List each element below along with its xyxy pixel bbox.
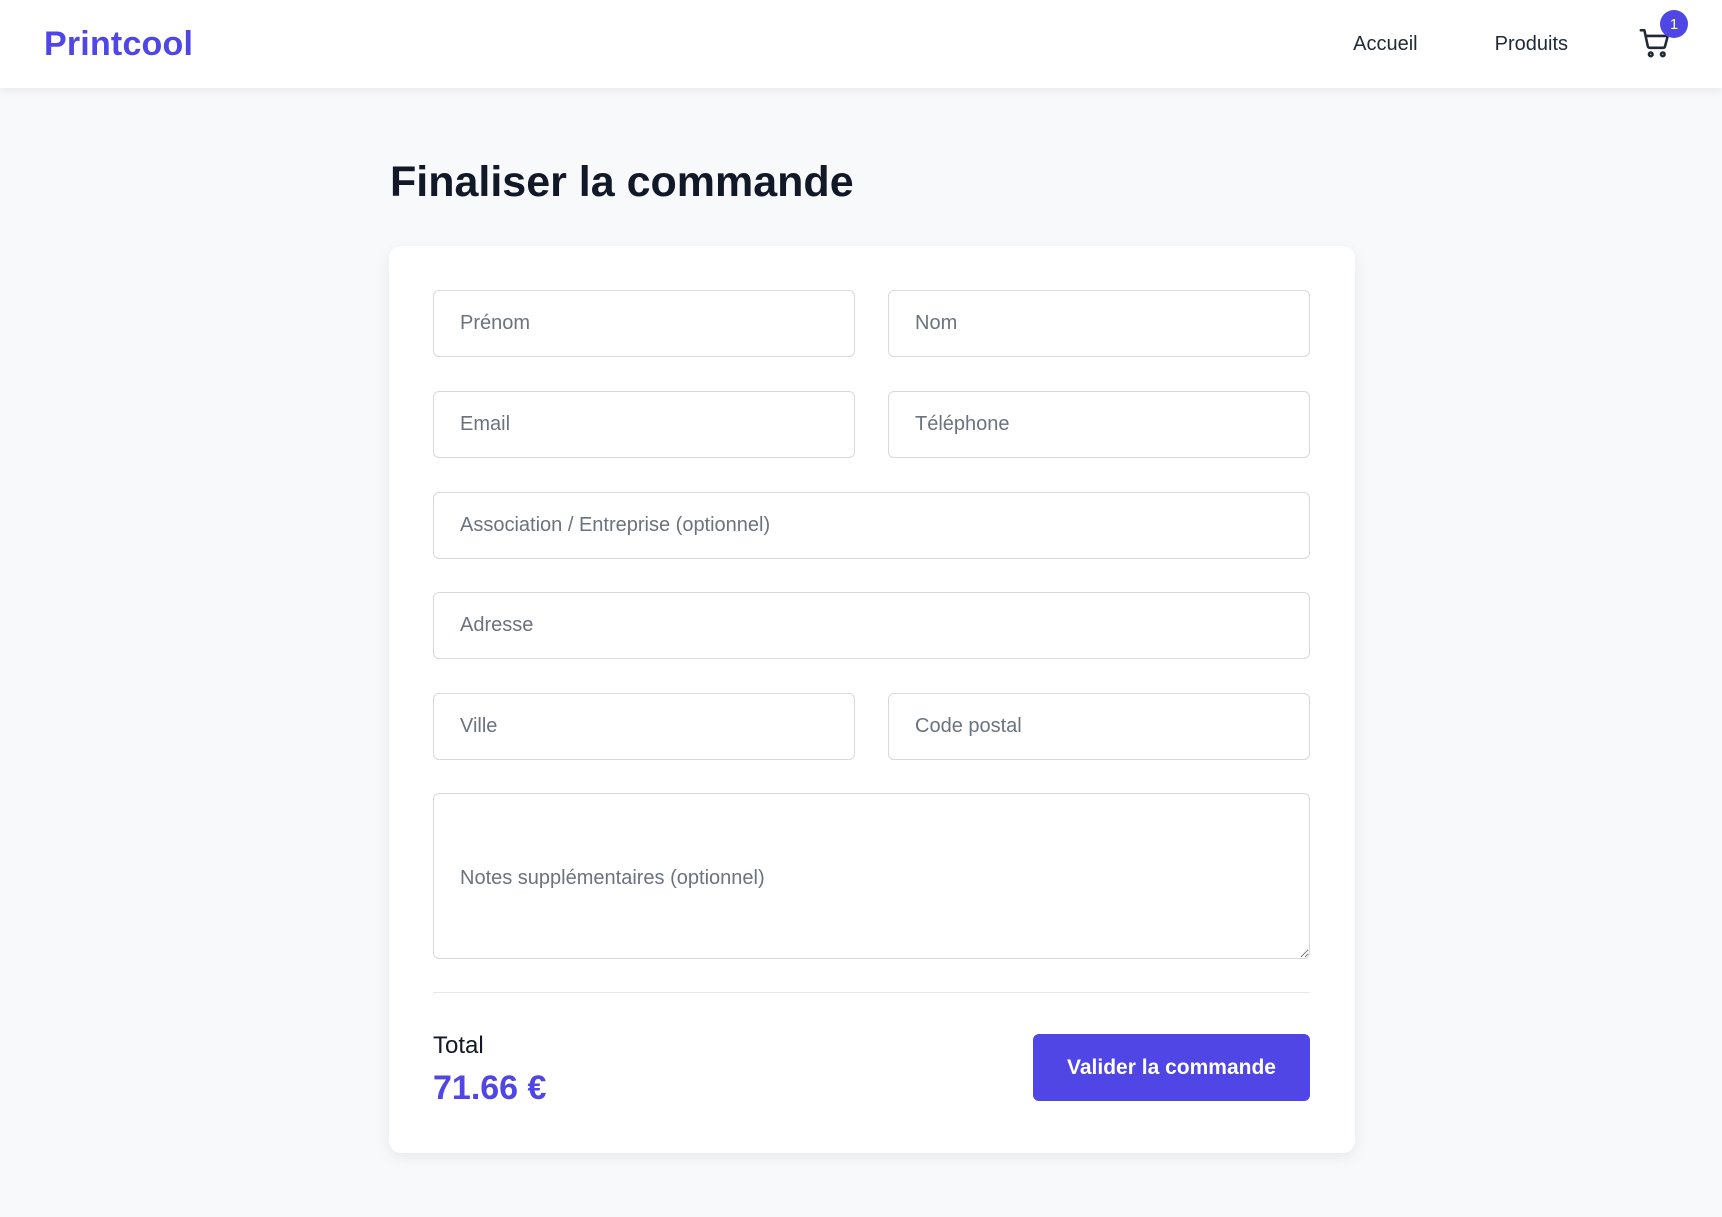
notes-textarea[interactable] — [433, 793, 1310, 959]
postal-code-input[interactable] — [888, 693, 1310, 760]
first-name-input[interactable] — [433, 290, 855, 357]
checkout-form-card: Total 71.66 € Valider la commande — [389, 246, 1355, 1153]
phone-input[interactable] — [888, 391, 1310, 458]
page-title: Finaliser la commande — [390, 158, 854, 206]
cart-button[interactable]: 1 — [1638, 10, 1688, 64]
form-divider — [433, 992, 1310, 993]
address-input[interactable] — [433, 592, 1310, 659]
nav-link-accueil[interactable]: Accueil — [1353, 33, 1417, 56]
submit-order-button[interactable]: Valider la commande — [1033, 1034, 1310, 1101]
email-input[interactable] — [433, 391, 855, 458]
total-amount: 71.66 € — [433, 1069, 547, 1107]
last-name-input[interactable] — [888, 290, 1310, 357]
brand-logo[interactable]: Printcool — [44, 25, 193, 64]
total-label: Total — [433, 1032, 484, 1059]
top-navbar: Printcool Accueil Produits 1 — [0, 0, 1722, 88]
cart-count-badge: 1 — [1660, 10, 1688, 38]
nav-link-produits[interactable]: Produits — [1495, 33, 1568, 56]
city-input[interactable] — [433, 693, 855, 760]
organization-input[interactable] — [433, 492, 1310, 559]
main-nav: Accueil Produits — [1353, 33, 1568, 56]
